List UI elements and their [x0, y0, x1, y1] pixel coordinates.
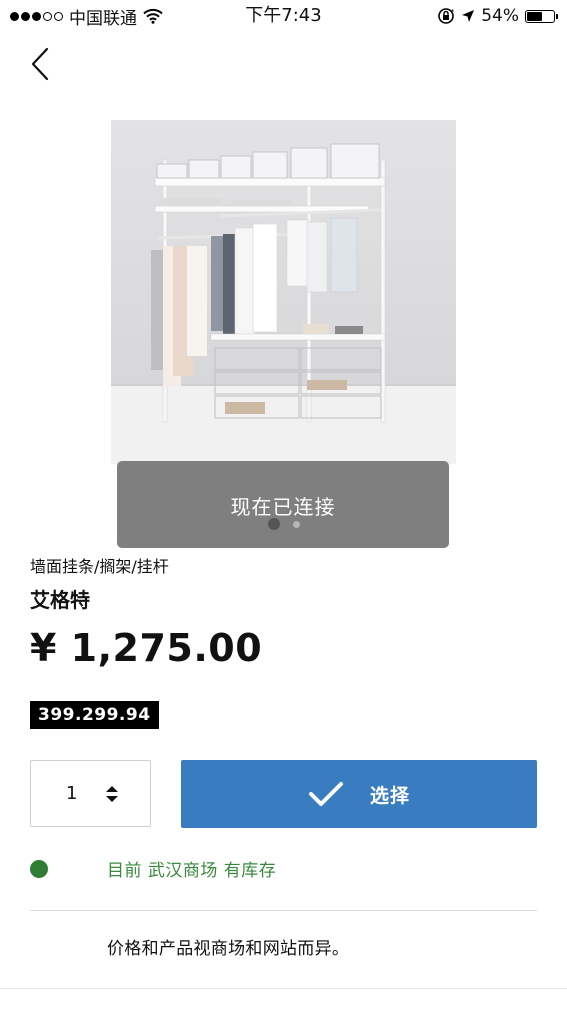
battery-percent: 54% [481, 6, 519, 26]
status-right: 54% [437, 4, 558, 28]
product-price: ¥ 1,275.00 [30, 626, 263, 670]
price-note: 价格和产品视商场和网站而异。 [107, 939, 350, 959]
chevron-left-icon [31, 47, 49, 81]
divider [30, 910, 537, 911]
pager-dot[interactable] [292, 520, 300, 528]
quantity-stepper[interactable]: 1 [30, 760, 151, 827]
connection-toast: 现在已连接 [117, 461, 449, 548]
checkmark-icon [308, 782, 343, 806]
toast-message: 现在已连接 [230, 495, 336, 519]
stock-status-dot [30, 860, 48, 878]
stock-status-text: 目前 武汉商场 有库存 [107, 861, 277, 881]
pager-dot-active[interactable] [267, 518, 280, 530]
location-arrow-icon [462, 10, 475, 22]
select-button[interactable]: 选择 [181, 760, 537, 828]
product-category: 墙面挂条/搁架/挂杆 [30, 557, 169, 576]
product-image [111, 120, 456, 464]
battery-icon [525, 9, 558, 23]
back-button[interactable] [22, 42, 58, 86]
stepper-arrows-icon[interactable] [105, 784, 119, 804]
image-pager[interactable] [0, 518, 567, 530]
product-name: 艾格特 [30, 588, 90, 612]
rotation-lock-icon [438, 8, 455, 24]
bottom-divider [0, 988, 567, 989]
article-number-badge: 399.299.94 [30, 701, 159, 729]
select-button-label: 选择 [369, 784, 410, 807]
shelving-illustration [111, 120, 456, 464]
quantity-value: 1 [66, 783, 78, 804]
status-bar: 中国联通 下午7:43 54% [0, 0, 567, 34]
